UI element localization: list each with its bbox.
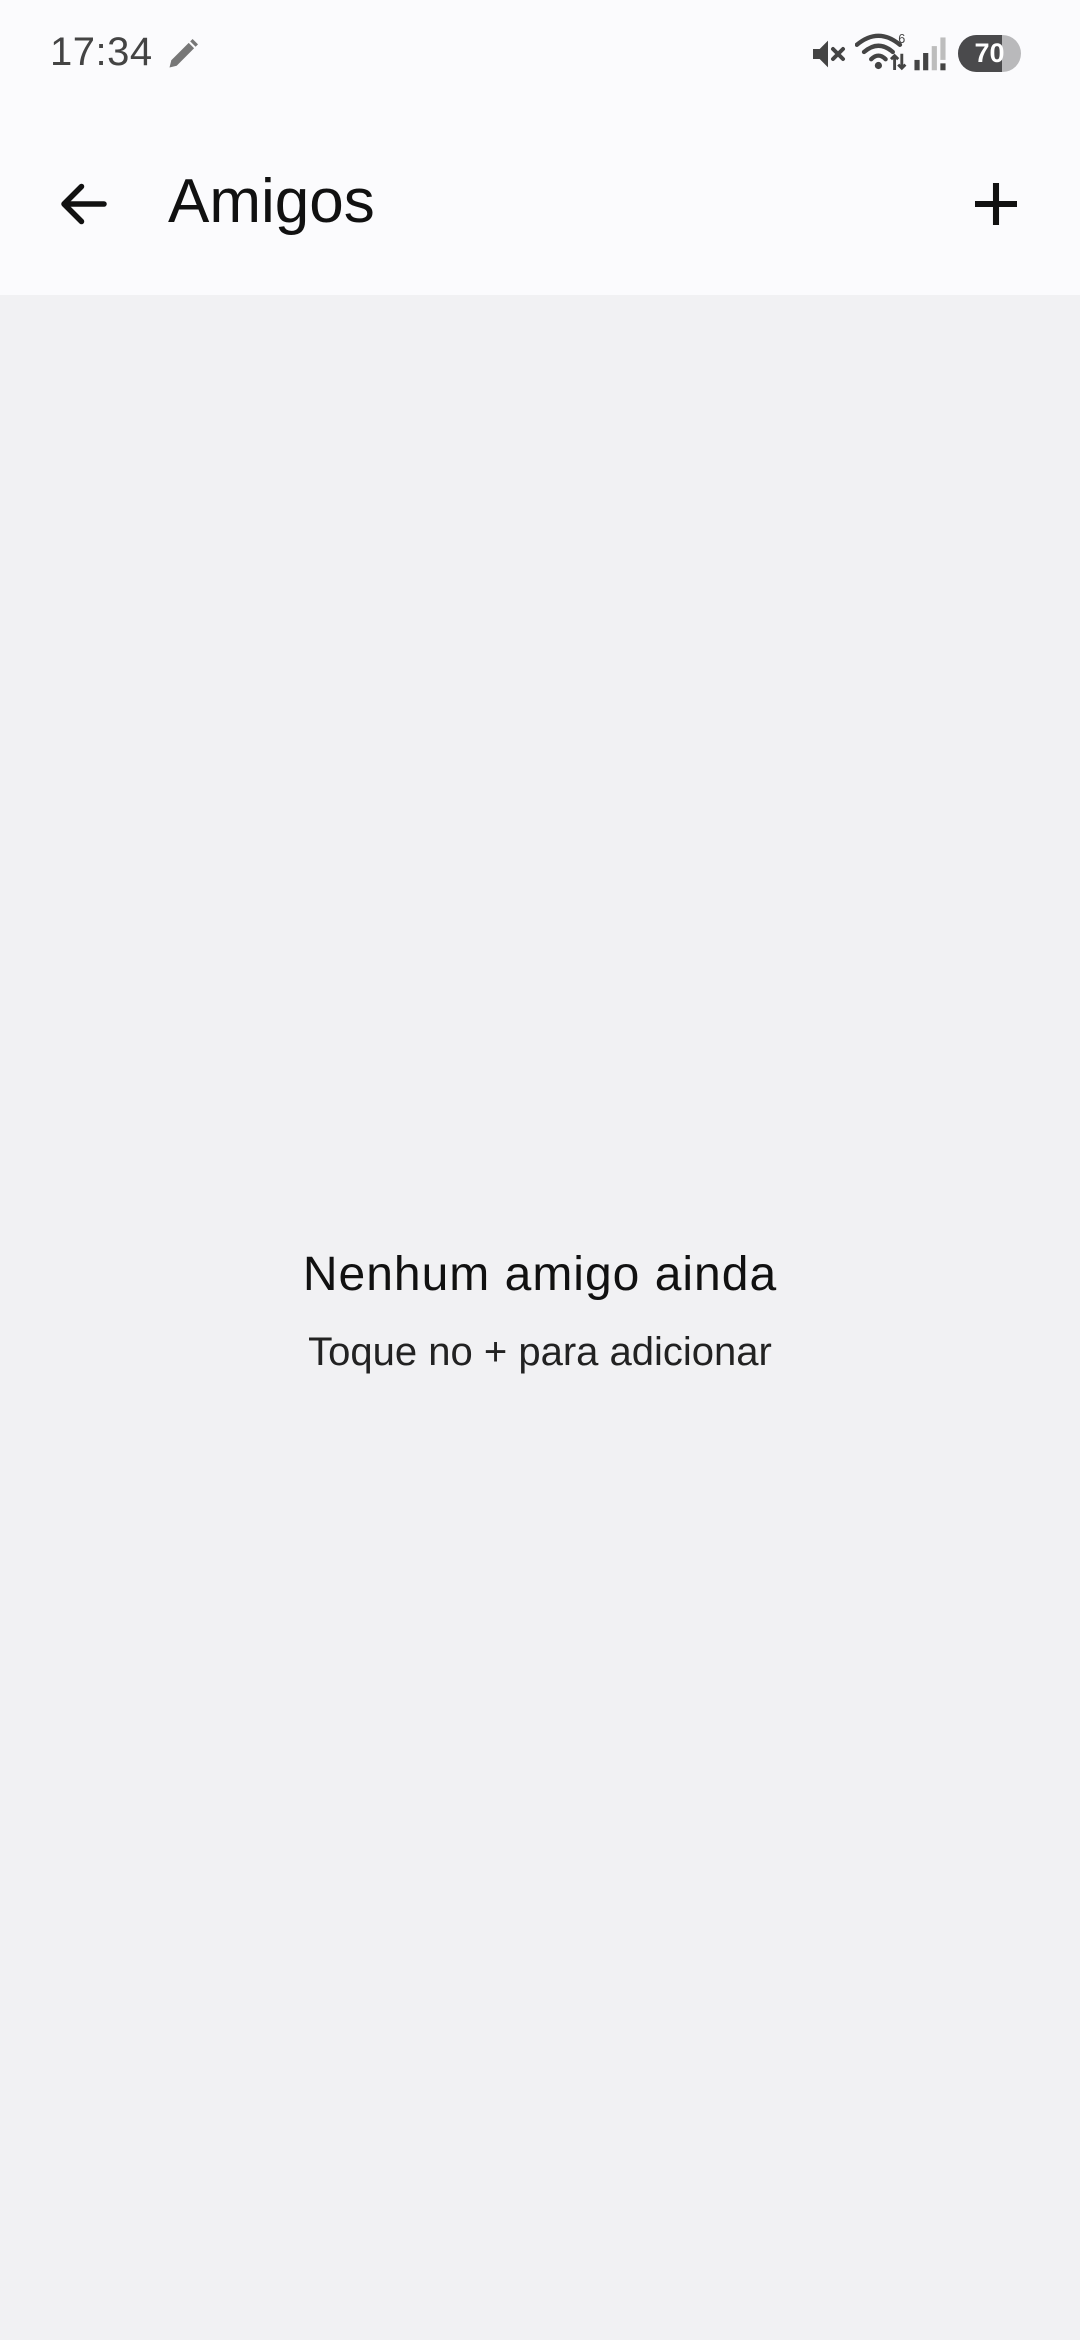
- battery-icon: 70: [958, 35, 1021, 72]
- friends-list-area: Nenhum amigo ainda Toque no + para adici…: [0, 295, 1080, 2340]
- wifi-icon: 6: [855, 32, 907, 71]
- empty-state-subtitle: Toque no + para adicionar: [308, 1330, 772, 1374]
- status-bar: 17:34 6 70: [0, 0, 1080, 110]
- arrow-back-icon: [61, 183, 107, 225]
- back-button[interactable]: [40, 160, 128, 248]
- friends-screen: 17:34 6 70 Amigos Nenhum amigo ainda Toq…: [0, 0, 1080, 2340]
- app-bar: Amigos: [0, 110, 1080, 295]
- battery-level: 70: [974, 38, 1005, 68]
- page-title: Amigos: [168, 167, 375, 236]
- empty-state: Nenhum amigo ainda Toque no + para adici…: [0, 1245, 1080, 1377]
- mute-icon: [813, 40, 845, 68]
- empty-state-title: Nenhum amigo ainda: [302, 1248, 778, 1301]
- svg-text:6: 6: [898, 32, 905, 46]
- status-time: 17:34: [50, 30, 153, 74]
- signal-icon: [914, 37, 946, 71]
- add-friend-button[interactable]: [952, 160, 1040, 248]
- pencil-icon: [169, 39, 198, 68]
- plus-icon: [975, 183, 1017, 225]
